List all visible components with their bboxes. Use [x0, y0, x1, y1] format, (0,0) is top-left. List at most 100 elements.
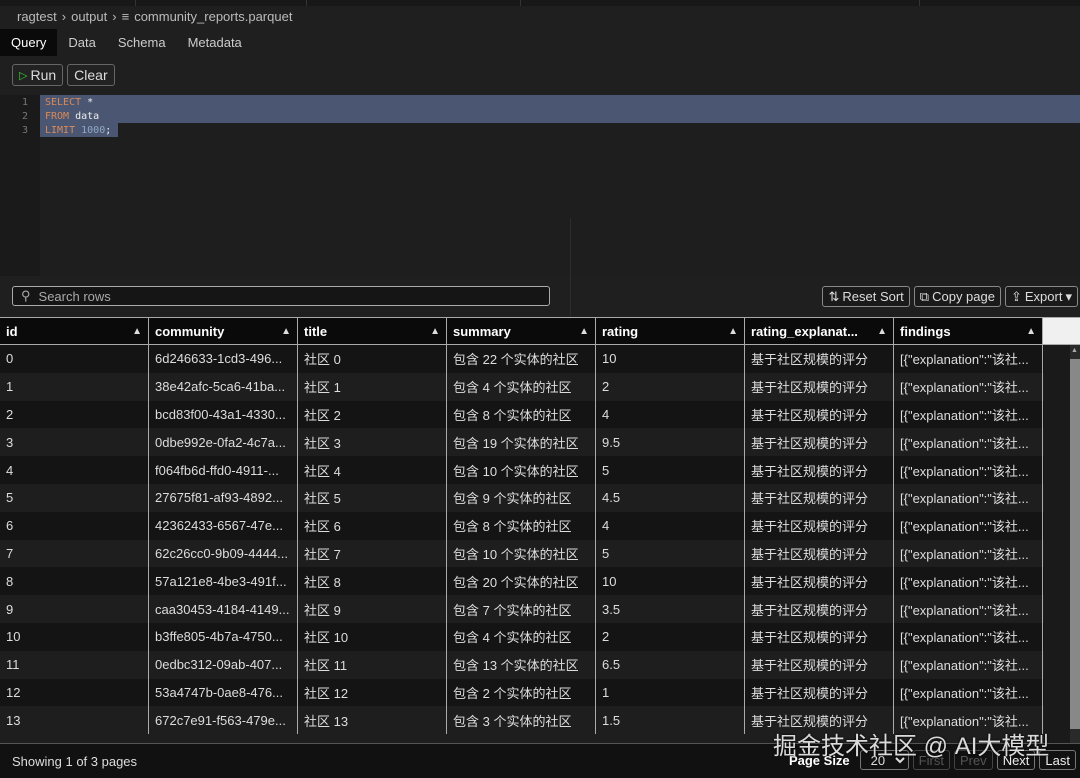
tab-bar: Query Data Schema Metadata	[0, 29, 253, 56]
table-cell: 基于社区规模的评分	[745, 511, 894, 540]
table-cell: 包含 10 个实体的社区	[447, 539, 596, 568]
table-row[interactable]: 3 0dbe992e-0fa2-4c7a... 社区 3 包含 19 个实体的社区 9.…	[0, 428, 1044, 457]
table-row[interactable]: 8 57a121e8-4be3-491f... 社区 8 包含 20 个实体的社区 10…	[0, 567, 1044, 596]
table-cell: 包含 4 个实体的社区	[447, 372, 596, 401]
sort-asc-icon[interactable]: ▲	[430, 326, 440, 337]
table-row[interactable]: 6 42362433-6567-47e... 社区 6 包含 8 个实体的社区 4 基于社…	[0, 511, 1044, 540]
column-header-0[interactable]: id ▲	[0, 318, 149, 344]
breadcrumb: ragtest › output › ≡ community_reports.par…	[17, 9, 292, 24]
table-cell: 社区 5	[298, 483, 447, 512]
sort-asc-icon[interactable]: ▲	[1026, 326, 1036, 337]
pagination-footer: Showing 1 of 3 pages Page Size 20 First …	[0, 743, 1080, 778]
table-cell: 社区 1	[298, 372, 447, 401]
scrollbar-thumb[interactable]	[1070, 359, 1080, 729]
tab-metadata[interactable]: Metadata	[177, 29, 253, 56]
sort-asc-icon[interactable]: ▲	[132, 326, 142, 337]
search-input[interactable]	[38, 288, 519, 304]
table-cell: f064fb6d-ffd0-4911-...	[149, 456, 298, 484]
table-cell: 5	[596, 456, 745, 484]
breadcrumb-item[interactable]: output	[71, 9, 107, 24]
table-cell: 社区 0	[298, 345, 447, 373]
table-row[interactable]: 12 53a4747b-0ae8-476... 社区 12 包含 2 个实体的社区 1 基…	[0, 678, 1044, 707]
table-cell: 社区 3	[298, 428, 447, 457]
reset-sort-label: Reset Sort	[842, 289, 904, 304]
table-cell: 基于社区规模的评分	[745, 650, 894, 679]
next-page-button[interactable]: Next	[996, 750, 1036, 770]
column-header-2[interactable]: title ▲	[298, 318, 447, 344]
table-cell: 4	[0, 456, 149, 484]
table-row[interactable]: 1 38e42afc-5ca6-41ba... 社区 1 包含 4 个实体的社区 2 基于…	[0, 372, 1044, 401]
table-cell: 10	[0, 622, 149, 651]
table-cell: 基于社区规模的评分	[745, 678, 894, 707]
breadcrumb-item[interactable]: community_reports.parquet	[134, 9, 292, 24]
table-row[interactable]: 4 f064fb6d-ffd0-4911-... 社区 4 包含 10 个实体的社区 5…	[0, 456, 1044, 484]
sql-editor[interactable]: 1 2 3 SELECT * FROM data LIMIT 1000;	[0, 95, 1080, 368]
chevron-right-icon: ›	[61, 9, 67, 24]
column-header-6[interactable]: findings ▲	[894, 318, 1043, 344]
column-header-4[interactable]: rating ▲	[596, 318, 745, 344]
table-cell: 包含 19 个实体的社区	[447, 428, 596, 457]
table-cell: 38e42afc-5ca6-41ba...	[149, 372, 298, 401]
table-cell: 3.5	[596, 595, 745, 623]
column-header-1[interactable]: community ▲	[149, 318, 298, 344]
table-cell: 4	[596, 511, 745, 540]
table-row[interactable]: 11 0edbc312-09ab-407... 社区 11 包含 13 个实体的社区 6…	[0, 650, 1044, 679]
tab-schema[interactable]: Schema	[107, 29, 177, 56]
table-cell: bcd83f00-43a1-4330...	[149, 400, 298, 429]
line-number: 1	[21, 97, 28, 108]
table-cell: 包含 7 个实体的社区	[447, 595, 596, 623]
table-cell: 包含 10 个实体的社区	[447, 456, 596, 484]
sort-asc-icon[interactable]: ▲	[579, 326, 589, 337]
table-cell: 1	[596, 678, 745, 707]
table-row[interactable]: 5 27675f81-af93-4892... 社区 5 包含 9 个实体的社区 4.5…	[0, 483, 1044, 512]
export-button[interactable]: ⇪ Export ▾	[1004, 286, 1078, 307]
table-cell: 包含 8 个实体的社区	[447, 400, 596, 429]
tab-query[interactable]: Query	[0, 29, 58, 56]
table-cell: 基于社区规模的评分	[745, 539, 894, 568]
reset-sort-button[interactable]: ⇅ Reset Sort	[822, 286, 910, 307]
clear-button[interactable]: Clear	[67, 64, 115, 86]
table-cell: 包含 4 个实体的社区	[447, 622, 596, 651]
header-filler	[1043, 318, 1080, 344]
vertical-scrollbar[interactable]: ▲	[1044, 345, 1080, 743]
table-cell: [{"explanation":"该社...	[894, 400, 1043, 429]
page-size-select[interactable]: 20	[859, 750, 909, 770]
table-cell: 6d246633-1cd3-496...	[149, 345, 298, 373]
table-cell: 12	[0, 678, 149, 707]
file-lines-icon: ≡	[121, 9, 130, 24]
table-cell: 社区 12	[298, 678, 447, 707]
first-page-button[interactable]: First	[912, 750, 950, 770]
table-cell: 57a121e8-4be3-491f...	[149, 567, 298, 596]
table-cell: [{"explanation":"该社...	[894, 706, 1043, 735]
line-number: 2	[21, 111, 28, 122]
copy-page-button[interactable]: ⧉ Copy page	[913, 286, 1001, 307]
sort-arrows-icon: ⇅	[828, 288, 840, 304]
tab-data[interactable]: Data	[57, 29, 106, 56]
table-cell: 1.5	[596, 706, 745, 735]
sort-asc-icon[interactable]: ▲	[877, 326, 887, 337]
column-header-3[interactable]: summary ▲	[447, 318, 596, 344]
breadcrumb-item[interactable]: ragtest	[17, 9, 57, 24]
table-cell: 基于社区规模的评分	[745, 622, 894, 651]
table-cell: [{"explanation":"该社...	[894, 456, 1043, 484]
table-cell: 基于社区规模的评分	[745, 456, 894, 484]
prev-page-button[interactable]: Prev	[953, 750, 993, 770]
table-cell: 基于社区规模的评分	[745, 345, 894, 373]
table-cell: 社区 8	[298, 567, 447, 596]
last-page-button[interactable]: Last	[1039, 750, 1076, 770]
table-row[interactable]: 7 62c26cc0-9b09-4444... 社区 7 包含 10 个实体的社区 5 基…	[0, 539, 1044, 568]
sort-asc-icon[interactable]: ▲	[728, 326, 738, 337]
sort-asc-icon[interactable]: ▲	[281, 326, 291, 337]
table-row[interactable]: 13 672c7e91-f563-479e... 社区 13 包含 3 个实体的社区 1…	[0, 706, 1044, 735]
table-cell: 10	[596, 345, 745, 373]
scroll-up-icon[interactable]: ▲	[1071, 347, 1078, 354]
table-cell: 基于社区规模的评分	[745, 595, 894, 623]
table-cell: 基于社区规模的评分	[745, 400, 894, 429]
table-row[interactable]: 10 b3ffe805-4b7a-4750... 社区 10 包含 4 个实体的社区 2…	[0, 622, 1044, 651]
table-row[interactable]: 2 bcd83f00-43a1-4330... 社区 2 包含 8 个实体的社区 4 基于…	[0, 400, 1044, 429]
table-cell: 社区 4	[298, 456, 447, 484]
table-row[interactable]: 9 caa30453-4184-4149... 社区 9 包含 7 个实体的社区 3.5…	[0, 595, 1044, 623]
table-row[interactable]: 0 6d246633-1cd3-496... 社区 0 包含 22 个实体的社区 10 基…	[0, 345, 1044, 373]
run-button[interactable]: ▷ Run	[12, 64, 64, 86]
column-header-5[interactable]: rating_explanat... ▲	[745, 318, 894, 344]
